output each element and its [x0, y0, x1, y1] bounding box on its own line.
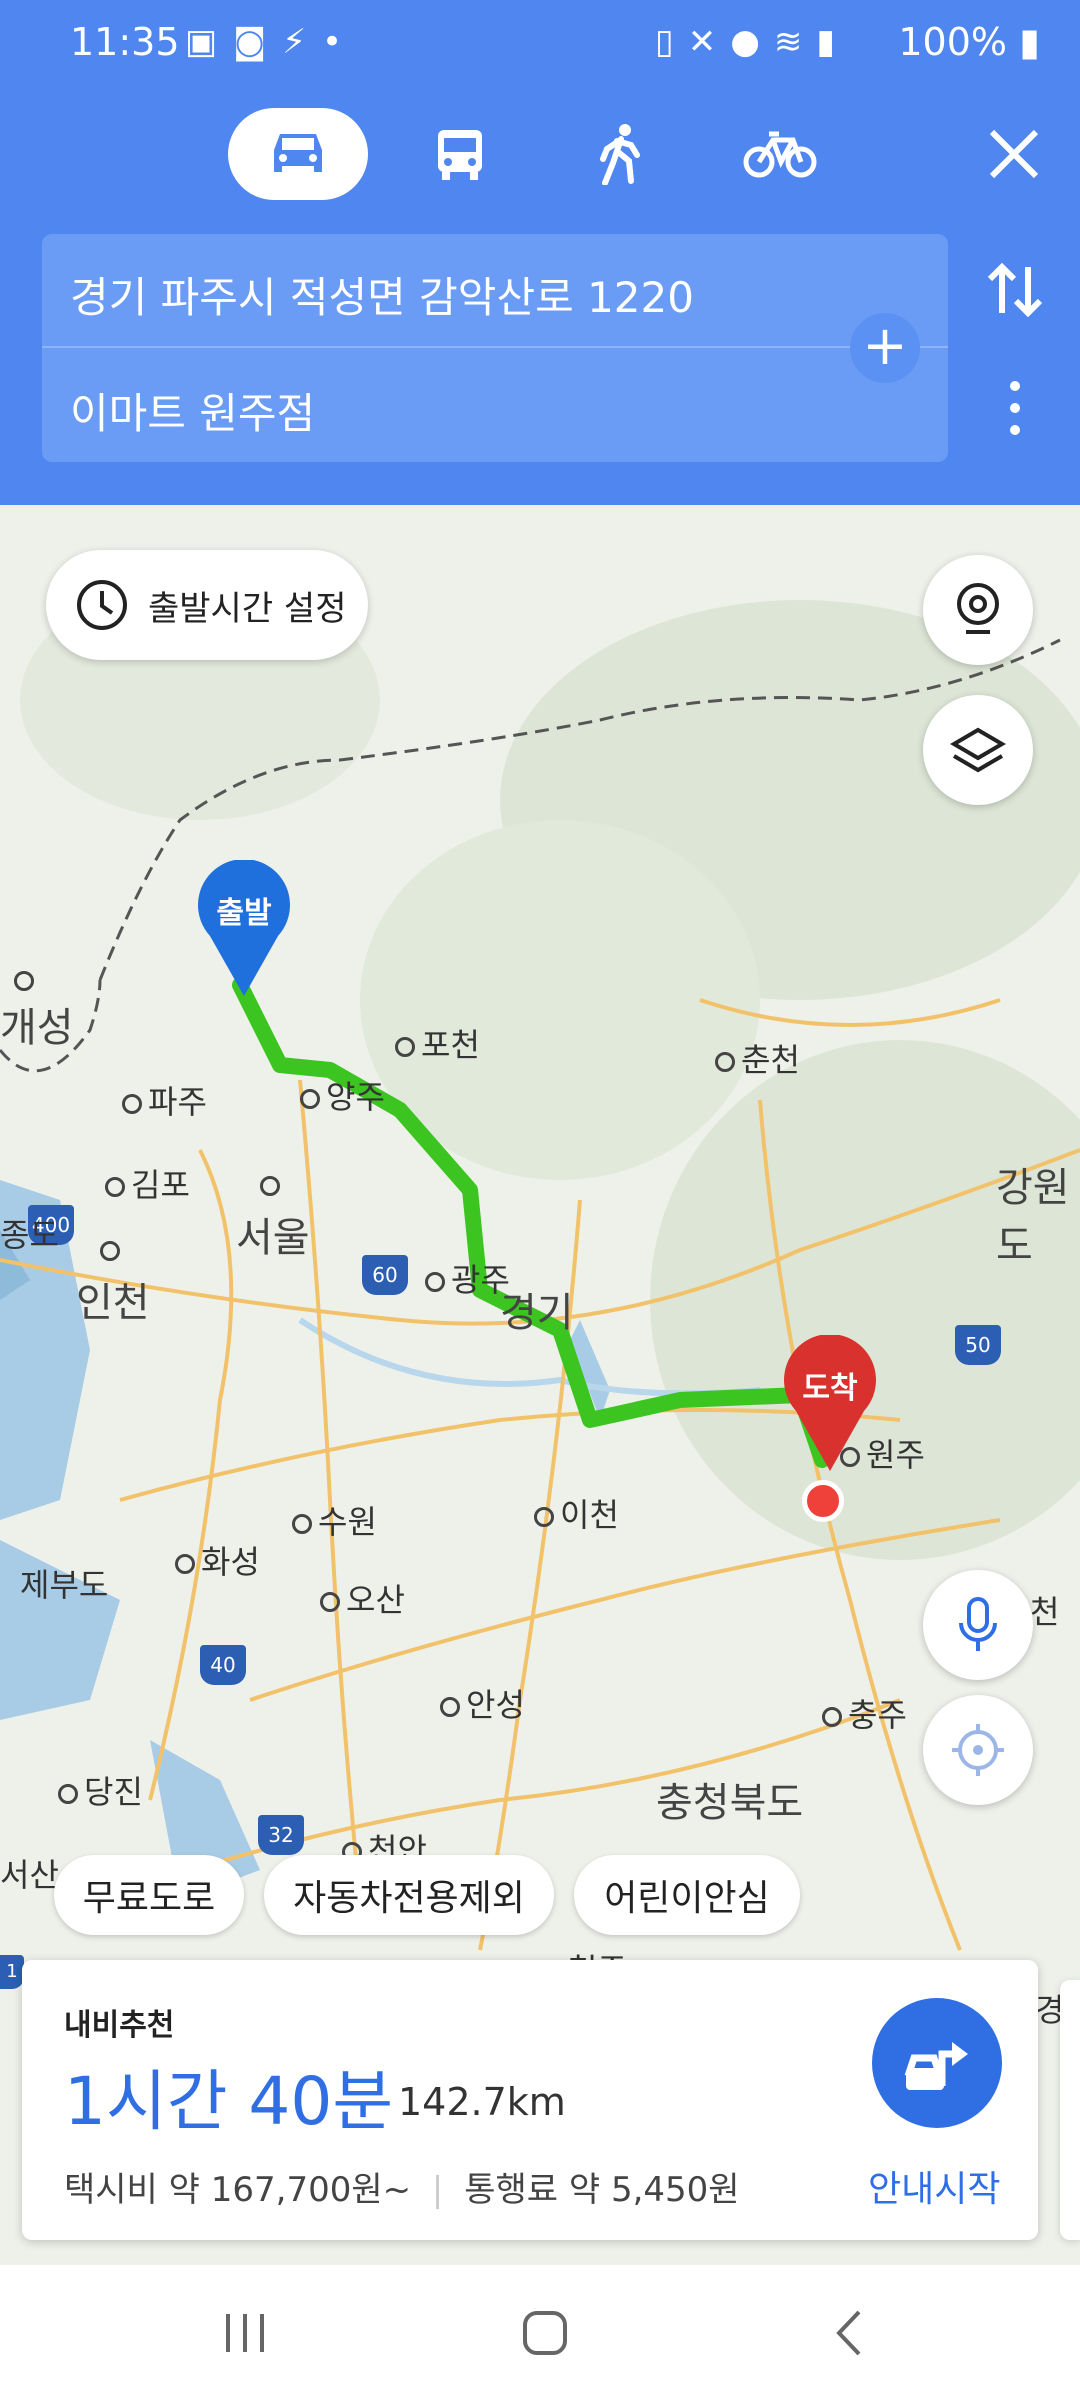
recent-apps-icon[interactable]	[220, 2308, 270, 2358]
battery-icon: ▮	[1019, 20, 1040, 64]
add-waypoint-button[interactable]: +	[850, 313, 920, 383]
route-input-divider	[42, 346, 948, 348]
place-jecheon: 천	[1030, 1593, 1060, 1631]
place-incheon-marker	[100, 1240, 126, 1261]
destination-field[interactable]: 이마트 원주점	[70, 380, 315, 441]
place-jebudo: 제부도	[20, 1566, 109, 1604]
layers-icon	[950, 727, 1006, 773]
place-icheon: 이천	[534, 1490, 619, 1536]
route-distance: 142.7km	[398, 2080, 566, 2124]
battery-percent: 100% ▮	[898, 20, 1040, 64]
flash-icon: ⚡	[282, 22, 322, 62]
map-layers-button[interactable]	[923, 695, 1033, 805]
microphone-icon	[959, 1597, 997, 1651]
location-icon: ●	[730, 22, 774, 62]
home-icon[interactable]	[520, 2308, 570, 2358]
place-anseong: 안성	[440, 1680, 525, 1726]
place-gyeonggi: 경기	[500, 1290, 574, 1336]
system-navigation-bar	[0, 2265, 1080, 2400]
highway-shield-50: 50	[955, 1325, 1001, 1365]
signal-icon: ▮	[816, 22, 850, 62]
close-icon	[989, 129, 1039, 179]
place-kaesong: 개성	[0, 1005, 74, 1051]
place-seosan: 서산	[0, 1856, 59, 1894]
highway-shield-32: 32	[258, 1815, 304, 1855]
place-osan: 오산	[320, 1575, 405, 1621]
place-pocheon: 포천	[395, 1020, 480, 1066]
mode-walk-button[interactable]	[570, 118, 670, 190]
place-kaesong-marker	[14, 970, 40, 991]
bus-icon	[438, 130, 482, 180]
mode-car-button[interactable]	[248, 118, 348, 190]
walk-icon	[600, 124, 640, 185]
place-yangju: 양주	[300, 1072, 385, 1118]
mute-icon: ✕	[687, 22, 731, 62]
car-icon	[274, 134, 322, 172]
filter-child-safe[interactable]: 어린이안심	[574, 1855, 800, 1935]
clock-icon	[77, 580, 127, 630]
more-vertical-icon	[1010, 381, 1020, 435]
notification-icons: ▣◙⚡•	[185, 22, 358, 62]
current-location-dot	[802, 1480, 844, 1522]
route-fees: 택시비 약 167,700원~ | 통행료 약 5,450원	[64, 2162, 740, 2211]
my-location-button[interactable]	[923, 1695, 1033, 1805]
route-duration: 1시간 40분	[64, 2063, 394, 2140]
status-bar: 11:35 ▣◙⚡• ▯✕●≋▮ 100% ▮	[0, 0, 1080, 90]
mode-bus-button[interactable]	[410, 118, 510, 190]
highway-shield-1: 1	[0, 1955, 24, 1989]
toll-fee: 통행료 약 5,450원	[464, 2170, 740, 2210]
start-marker[interactable]: 출발	[196, 860, 292, 1000]
route-type-label: 내비추천	[64, 2008, 175, 2043]
plus-icon: +	[862, 314, 908, 377]
place-seoul-marker	[260, 1175, 286, 1196]
filter-free-road[interactable]: 무료도로	[54, 1855, 244, 1935]
place-gangwon: 강원도	[996, 1165, 1070, 1269]
crosshair-icon	[952, 1724, 1004, 1776]
bike-icon	[743, 131, 817, 178]
wifi-icon: ≋	[773, 22, 817, 62]
fee-separator: |	[431, 2170, 444, 2210]
route-summary-card[interactable]: 내비추천 1시간 40분 142.7km 택시비 약 167,700원~ | 통…	[22, 1960, 1038, 2240]
street-view-button[interactable]	[923, 555, 1033, 665]
start-navigation-label[interactable]: 안내시작	[868, 2160, 1000, 2212]
system-icons: ▯✕●≋▮	[655, 22, 849, 62]
street-view-icon	[957, 583, 999, 634]
place-gwangju: 광주	[425, 1255, 510, 1301]
status-time: 11:35	[70, 20, 180, 64]
highway-shield-40: 40	[200, 1645, 246, 1685]
more-options-button[interactable]	[1000, 378, 1030, 438]
mode-bike-button[interactable]	[730, 118, 830, 190]
origin-field[interactable]: 경기 파주시 적성면 감악산로 1220	[70, 264, 694, 325]
place-incheon: 인천	[76, 1280, 150, 1326]
app-icon: ◙	[233, 22, 283, 62]
place-chuncheon: 춘천	[715, 1035, 800, 1081]
end-marker[interactable]: 도착	[782, 1335, 878, 1475]
place-dangjin: 당진	[58, 1767, 143, 1813]
place-chungju: 충주	[822, 1690, 907, 1736]
place-chungbuk: 충청북도	[656, 1780, 804, 1826]
start-navigation-button[interactable]	[872, 1998, 1002, 2128]
place-hwaseong: 화성	[175, 1537, 260, 1583]
place-suwon: 수원	[292, 1497, 377, 1543]
swap-route-button[interactable]	[980, 255, 1050, 325]
voice-search-button[interactable]	[923, 1570, 1033, 1680]
place-gimpo: 김포	[105, 1160, 190, 1206]
image-icon: ▣	[185, 22, 234, 62]
filter-exclude-motorway[interactable]: 자동차전용제외	[264, 1855, 554, 1935]
close-button[interactable]	[978, 118, 1050, 190]
start-marker-label: 출발	[216, 896, 272, 931]
battery-saver-icon: ▯	[655, 22, 688, 62]
swap-icon	[987, 262, 1043, 318]
dot-icon: •	[322, 22, 359, 62]
highway-shield-60: 60	[362, 1255, 408, 1295]
navigation-car-icon	[904, 2042, 968, 2090]
taxi-fare: 택시비 약 167,700원~	[64, 2170, 412, 2210]
end-marker-label: 도착	[802, 1371, 858, 1406]
place-jongdo: 종도	[0, 1216, 59, 1254]
place-paju: 파주	[122, 1077, 207, 1123]
place-seoul: 서울	[236, 1215, 310, 1261]
back-icon[interactable]	[825, 2308, 875, 2358]
depart-time-button[interactable]: 출발시간 설정	[46, 550, 368, 660]
next-route-card-peek[interactable]	[1060, 1980, 1080, 2240]
